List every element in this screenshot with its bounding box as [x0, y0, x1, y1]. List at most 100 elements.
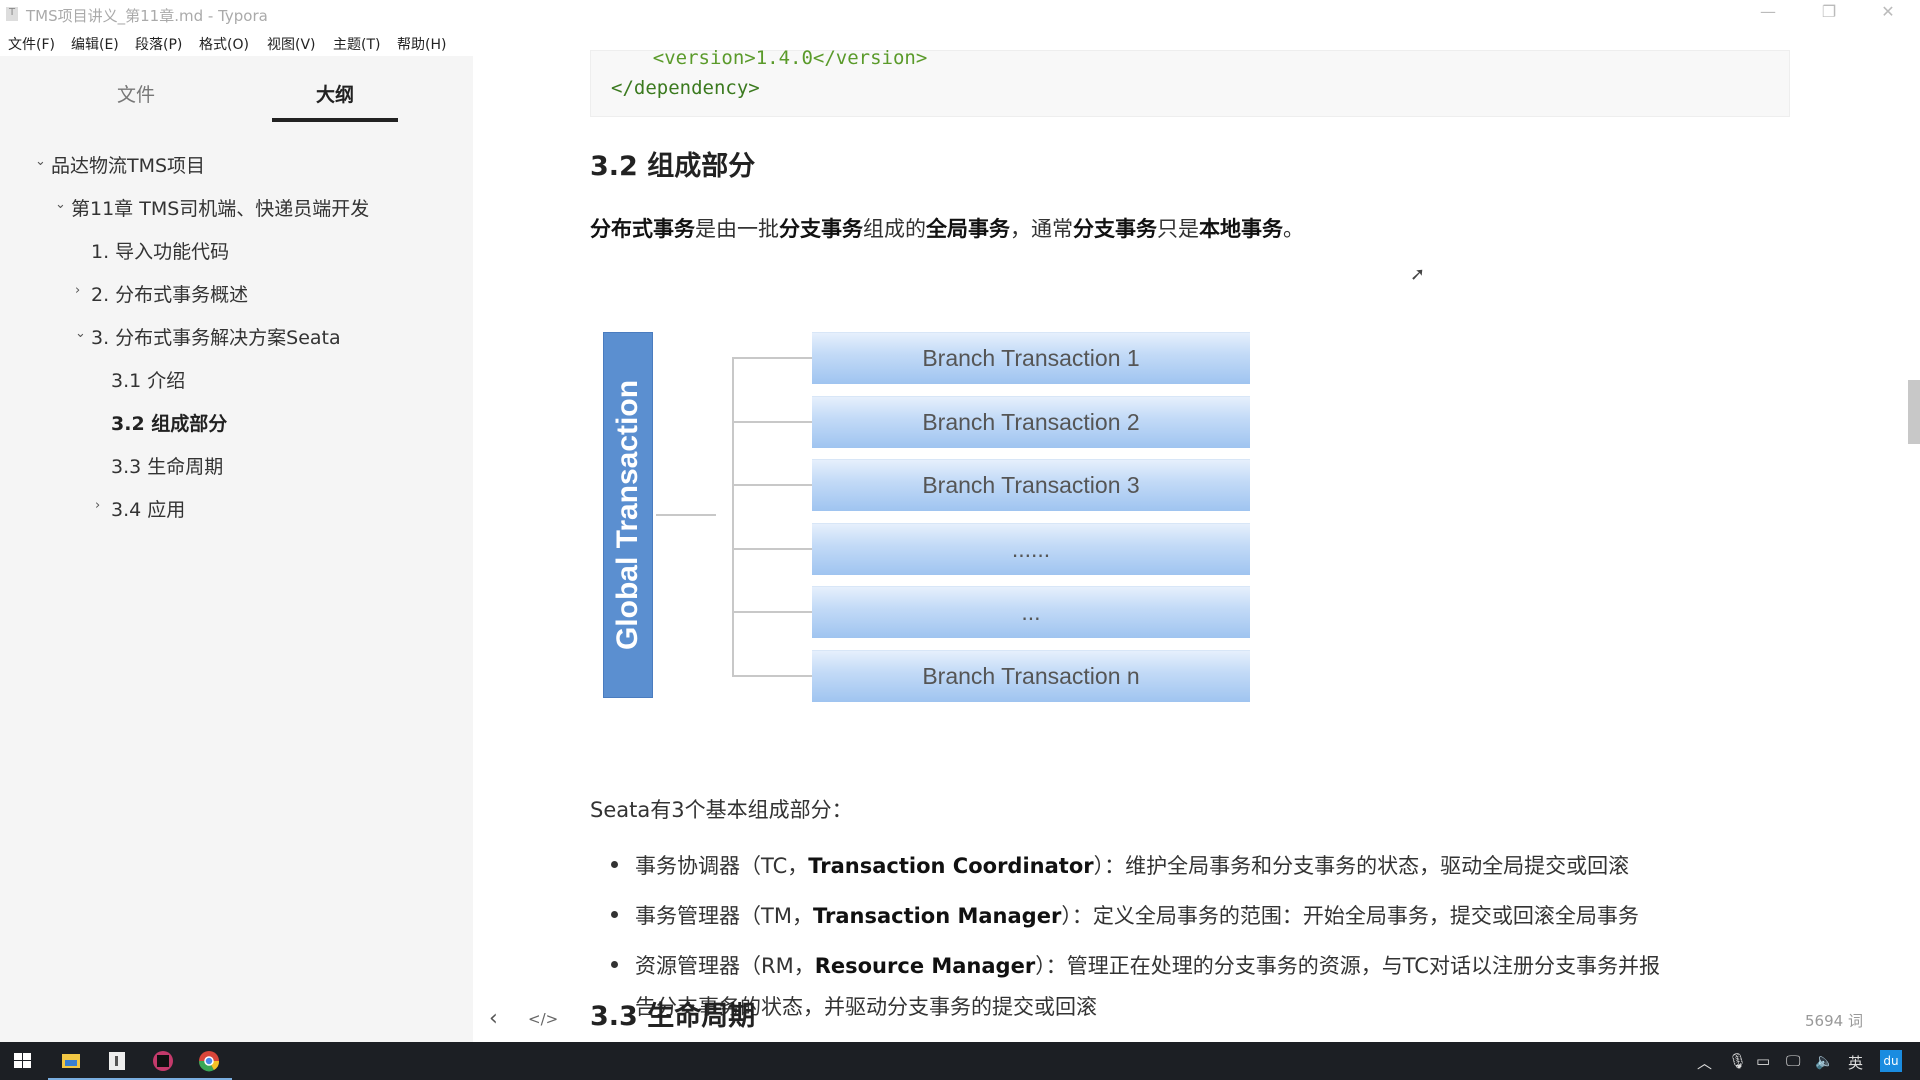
chevron-down-icon[interactable]: ⌄: [55, 197, 66, 212]
source-mode-button[interactable]: </>: [528, 1010, 558, 1028]
bold-term: 分布式事务: [590, 217, 695, 241]
outline-item-label: 2. 分布式事务概述: [91, 284, 249, 306]
taskbar: ︿ 🎙 ▭ 🖵 🔈 英 du: [0, 1042, 1920, 1080]
bullet-icon: [611, 861, 618, 868]
text-run: 事务协调器（TC，: [635, 854, 809, 878]
text-run: 是由一批: [695, 217, 779, 241]
heading-3-3: 3.3 生命周期: [590, 1001, 756, 1032]
microphone-icon[interactable]: 🎙: [1728, 1052, 1747, 1070]
chevron-right-icon[interactable]: ›: [95, 498, 100, 513]
code-line: <version>1.4.0</version>: [607, 47, 928, 69]
outline-item[interactable]: ⌄ 品达物流TMS项目: [35, 151, 206, 178]
text-run: ，通常: [1010, 217, 1073, 241]
outline-item-label: 1. 导入功能代码: [91, 241, 230, 263]
outline-item[interactable]: 3.2 组成部分: [111, 409, 227, 436]
tray-expand-icon[interactable]: ︿: [1697, 1052, 1712, 1073]
volume-icon[interactable]: 🔈: [1815, 1052, 1834, 1070]
editor[interactable]: <version>1.4.0</version> </dependency> 3…: [473, 47, 1920, 1042]
connector-line: [732, 547, 812, 550]
outline-item[interactable]: 1. 导入功能代码: [91, 237, 229, 264]
connector-line: [732, 611, 812, 613]
code-block[interactable]: <version>1.4.0</version> </dependency>: [590, 47, 1790, 117]
outline-item[interactable]: › 3.4 应用: [95, 495, 185, 522]
close-button[interactable]: ✕: [1868, 2, 1908, 26]
heading-3-2: 3.2 组成部分: [590, 151, 756, 182]
branch-transaction-box: Branch Transaction 3: [812, 459, 1250, 511]
branch-transaction-box: Branch Transaction 1: [812, 332, 1250, 384]
typora-taskbar-icon[interactable]: [94, 1047, 140, 1080]
text-run: 组成的: [863, 217, 926, 241]
outline-item-label: 3.1 介绍: [111, 370, 186, 392]
intro-paragraph: 分布式事务是由一批分支事务组成的全局事务，通常分支事务只是本地事务。: [590, 213, 1304, 243]
menu-edit[interactable]: 编辑(E): [71, 34, 119, 54]
chevron-right-icon[interactable]: ›: [75, 283, 80, 298]
text-run: ）：维护全局事务和分支事务的状态，驱动全局提交或回滚: [1093, 854, 1630, 878]
typora-logo-icon: T: [6, 7, 18, 21]
outline-item[interactable]: › 2. 分布式事务概述: [75, 280, 249, 307]
title-bar: T TMS项目讲义_第11章.md - Typora — ❐ ✕: [0, 0, 1920, 28]
sidebar: 文件 大纲 ⌄ 品达物流TMS项目 ⌄ 第11章 TMS司机端、快递员端开发 1. 导入…: [0, 56, 473, 1042]
menu-paragraph[interactable]: 段落(P): [135, 34, 182, 54]
tab-files[interactable]: 文件: [73, 80, 199, 107]
outline-item[interactable]: ⌄ 3. 分布式事务解决方案Seata: [75, 323, 341, 350]
chevron-down-icon[interactable]: ⌄: [35, 154, 46, 169]
intellij-icon[interactable]: [140, 1047, 186, 1080]
chevron-down-icon[interactable]: ⌄: [75, 326, 86, 341]
file-explorer-icon[interactable]: [48, 1047, 94, 1080]
word-count[interactable]: 5694 词: [1805, 1010, 1863, 1031]
maximize-button[interactable]: ❐: [1809, 2, 1849, 26]
code-line: </dependency>: [611, 77, 760, 99]
global-transaction-bar: Global Transaction: [603, 332, 653, 698]
outline-item-label: 第11章 TMS司机端、快递员端开发: [71, 198, 370, 220]
menu-help[interactable]: 帮助(H): [397, 34, 446, 54]
connector-line: [732, 357, 734, 677]
baidu-ime-icon[interactable]: du: [1880, 1050, 1902, 1072]
window-title: TMS项目讲义_第11章.md - Typora: [26, 7, 268, 25]
toggle-sidebar-button[interactable]: ‹: [489, 1006, 498, 1031]
text-run: 事务管理器（TM，: [635, 904, 813, 928]
input-language[interactable]: 英: [1848, 1052, 1863, 1073]
branch-transaction-box: Branch Transaction 2: [812, 395, 1250, 448]
tab-outline[interactable]: 大纲: [272, 80, 398, 107]
text-run: ）：定义全局事务的范围：开始全局事务，提交或回滚全局事务: [1061, 904, 1639, 928]
branch-transaction-box: ......: [812, 522, 1250, 575]
bold-term: 分支事务: [1073, 217, 1157, 241]
bold-term: Transaction Coordinator: [808, 854, 1094, 878]
global-transaction-label: Global Transaction: [611, 379, 644, 651]
connector-line: [732, 674, 812, 677]
menu-view[interactable]: 视图(V): [267, 34, 316, 54]
battery-icon[interactable]: ▭: [1756, 1052, 1770, 1070]
bold-term: Transaction Manager: [812, 904, 1062, 928]
outline-item-label: 3.3 生命周期: [111, 456, 224, 478]
connector-line: [656, 514, 716, 516]
menu-file[interactable]: 文件(F): [8, 34, 55, 54]
text-run: 只是: [1157, 217, 1199, 241]
outline-item[interactable]: 3.3 生命周期: [111, 452, 223, 479]
outline-item[interactable]: 3.1 介绍: [111, 366, 185, 393]
branch-transaction-box: Branch Transaction n: [812, 649, 1250, 702]
menu-theme[interactable]: 主题(T): [333, 34, 380, 54]
minimize-button[interactable]: —: [1748, 2, 1788, 26]
scrollbar-thumb[interactable]: [1908, 380, 1920, 444]
list-item: 事务协调器（TC，Transaction Coordinator）：维护全局事务…: [611, 850, 1630, 880]
chrome-icon[interactable]: [186, 1047, 232, 1080]
bold-term: 分支事务: [779, 217, 863, 241]
outline-item[interactable]: ⌄ 第11章 TMS司机端、快递员端开发: [55, 194, 370, 221]
outline-item-label: 3. 分布式事务解决方案Seata: [91, 327, 341, 349]
active-tab-indicator: [272, 118, 398, 122]
bold-term: Resource Manager: [814, 954, 1036, 978]
bold-term: 全局事务: [926, 217, 1010, 241]
text-run: ）：管理正在处理的分支事务的资源，与TC对话以注册分支事务并报: [1035, 954, 1660, 978]
network-icon[interactable]: 🖵: [1786, 1052, 1800, 1070]
outline-item-label: 3.2 组成部分: [111, 413, 228, 435]
outline-item-label: 品达物流TMS项目: [51, 155, 206, 177]
text-run: 告分支事务的状态，并驱动分支事务的提交或回滚: [635, 995, 1097, 1019]
list-item: 事务管理器（TM，Transaction Manager）：定义全局事务的范围：…: [611, 900, 1639, 930]
text-run: 。: [1283, 217, 1304, 241]
connector-line: [732, 357, 812, 359]
mouse-cursor-icon: ➚: [1410, 264, 1426, 285]
branch-transaction-box: ...: [812, 586, 1250, 638]
menu-format[interactable]: 格式(O): [199, 34, 249, 54]
connector-line: [732, 420, 812, 423]
start-button[interactable]: [8, 1047, 38, 1075]
